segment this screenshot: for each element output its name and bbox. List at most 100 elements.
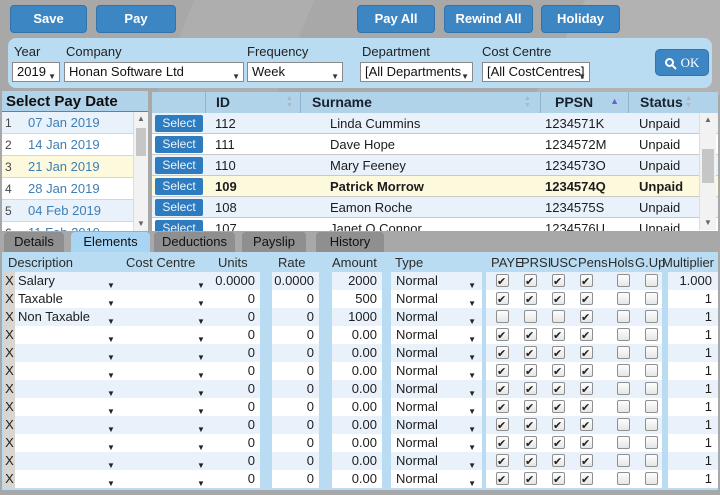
hols-checkbox[interactable]	[617, 400, 630, 413]
prsi-checkbox[interactable]	[524, 364, 537, 377]
prsi-checkbox[interactable]	[524, 310, 537, 323]
rate-field[interactable]: 0	[272, 344, 319, 362]
scroll-down-icon[interactable]: ▼	[700, 216, 716, 230]
units-field[interactable]: 0	[213, 290, 260, 308]
multiplier-field[interactable]: 1	[668, 434, 718, 452]
usc-checkbox[interactable]	[552, 310, 565, 323]
pay-date-row[interactable]: 2 14 Jan 2019	[2, 134, 148, 156]
rate-field[interactable]: 0	[272, 326, 319, 344]
type-select[interactable]: Normal ▼	[391, 272, 482, 290]
type-select[interactable]: Normal ▼	[391, 380, 482, 398]
gup-checkbox[interactable]	[645, 346, 658, 359]
prsi-checkbox[interactable]	[524, 346, 537, 359]
type-select[interactable]: Normal ▼	[391, 470, 482, 488]
pay-date-link[interactable]: 04 Feb 2019	[28, 203, 101, 218]
hols-checkbox[interactable]	[617, 310, 630, 323]
pens-checkbox[interactable]	[580, 274, 593, 287]
employee-grid-scrollbar[interactable]: ▲ ▼	[699, 113, 716, 230]
usc-checkbox[interactable]	[552, 364, 565, 377]
description-select[interactable]: ▼ ▼	[15, 362, 213, 380]
sort-icon[interactable]: ▲▼	[684, 95, 693, 109]
amount-field[interactable]: 0.00	[332, 434, 382, 452]
amount-field[interactable]: 0.00	[332, 398, 382, 416]
pay-date-scrollbar[interactable]: ▲ ▼	[133, 112, 148, 231]
delete-row-button[interactable]: X	[4, 362, 15, 380]
pens-checkbox[interactable]	[580, 436, 593, 449]
select-employee-button[interactable]: Select	[155, 199, 203, 216]
tab-details[interactable]: Details	[4, 232, 64, 252]
gup-checkbox[interactable]	[645, 418, 658, 431]
units-field[interactable]: 0	[213, 308, 260, 326]
pay-date-link[interactable]: 21 Jan 2019	[28, 159, 100, 174]
hols-checkbox[interactable]	[617, 472, 630, 485]
units-field[interactable]: 0.0000	[213, 272, 260, 290]
amount-field[interactable]: 2000	[332, 272, 382, 290]
multiplier-field[interactable]: 1	[668, 308, 718, 326]
rate-field[interactable]: 0	[272, 434, 319, 452]
paye-checkbox[interactable]	[496, 454, 509, 467]
amount-field[interactable]: 0.00	[332, 362, 382, 380]
gup-checkbox[interactable]	[645, 328, 658, 341]
units-field[interactable]: 0	[213, 344, 260, 362]
hols-checkbox[interactable]	[617, 454, 630, 467]
usc-checkbox[interactable]	[552, 472, 565, 485]
delete-row-button[interactable]: X	[4, 326, 15, 344]
delete-row-button[interactable]: X	[4, 272, 15, 290]
delete-row-button[interactable]: X	[4, 416, 15, 434]
gup-checkbox[interactable]	[645, 364, 658, 377]
hols-checkbox[interactable]	[617, 418, 630, 431]
gup-checkbox[interactable]	[645, 436, 658, 449]
hols-checkbox[interactable]	[617, 274, 630, 287]
save-button[interactable]: Save	[10, 5, 87, 33]
sort-asc-icon[interactable]: ▲	[610, 97, 619, 106]
units-field[interactable]: 0	[213, 326, 260, 344]
usc-checkbox[interactable]	[552, 418, 565, 431]
usc-checkbox[interactable]	[552, 436, 565, 449]
paye-checkbox[interactable]	[496, 328, 509, 341]
gup-checkbox[interactable]	[645, 274, 658, 287]
scrollbar-thumb[interactable]	[702, 149, 714, 183]
company-select[interactable]: Honan Software Ltd ▼	[64, 62, 244, 82]
rate-field[interactable]: 0	[272, 470, 319, 488]
cost-centre-select[interactable]: [All CostCentres] ▼	[482, 62, 590, 82]
delete-row-button[interactable]: X	[4, 380, 15, 398]
usc-checkbox[interactable]	[552, 292, 565, 305]
pay-date-link[interactable]: 28 Jan 2019	[28, 181, 100, 196]
prsi-checkbox[interactable]	[524, 292, 537, 305]
multiplier-field[interactable]: 1	[668, 326, 718, 344]
pay-date-row[interactable]: 1 07 Jan 2019	[2, 112, 148, 134]
scroll-up-icon[interactable]: ▲	[134, 112, 148, 126]
pens-checkbox[interactable]	[580, 454, 593, 467]
description-select[interactable]: ▼ ▼	[15, 416, 213, 434]
multiplier-field[interactable]: 1	[668, 290, 718, 308]
units-field[interactable]: 0	[213, 416, 260, 434]
hols-checkbox[interactable]	[617, 328, 630, 341]
dropdown-arrow-icon[interactable]: ▼	[468, 475, 476, 488]
select-employee-button[interactable]: Select	[155, 136, 203, 153]
pay-all-button[interactable]: Pay All	[357, 5, 435, 33]
type-select[interactable]: Normal ▼	[391, 452, 482, 470]
type-select[interactable]: Normal ▼	[391, 290, 482, 308]
delete-row-button[interactable]: X	[4, 470, 15, 488]
paye-checkbox[interactable]	[496, 346, 509, 359]
pens-checkbox[interactable]	[580, 382, 593, 395]
units-field[interactable]: 0	[213, 470, 260, 488]
tab-history[interactable]: History	[316, 232, 384, 252]
select-employee-button[interactable]: Select	[155, 157, 203, 174]
pens-checkbox[interactable]	[580, 418, 593, 431]
hols-checkbox[interactable]	[617, 436, 630, 449]
pens-checkbox[interactable]	[580, 310, 593, 323]
delete-row-button[interactable]: X	[4, 452, 15, 470]
rate-field[interactable]: 0.0000	[272, 272, 319, 290]
multiplier-field[interactable]: 1	[668, 452, 718, 470]
description-select[interactable]: Salary ▼ ▼	[15, 272, 213, 290]
pay-button[interactable]: Pay	[96, 5, 176, 33]
tab-deductions[interactable]: Deductions	[154, 232, 235, 252]
type-select[interactable]: Normal ▼	[391, 398, 482, 416]
amount-field[interactable]: 0.00	[332, 380, 382, 398]
prsi-checkbox[interactable]	[524, 274, 537, 287]
pens-checkbox[interactable]	[580, 292, 593, 305]
gup-checkbox[interactable]	[645, 400, 658, 413]
pens-checkbox[interactable]	[580, 328, 593, 341]
pens-checkbox[interactable]	[580, 472, 593, 485]
